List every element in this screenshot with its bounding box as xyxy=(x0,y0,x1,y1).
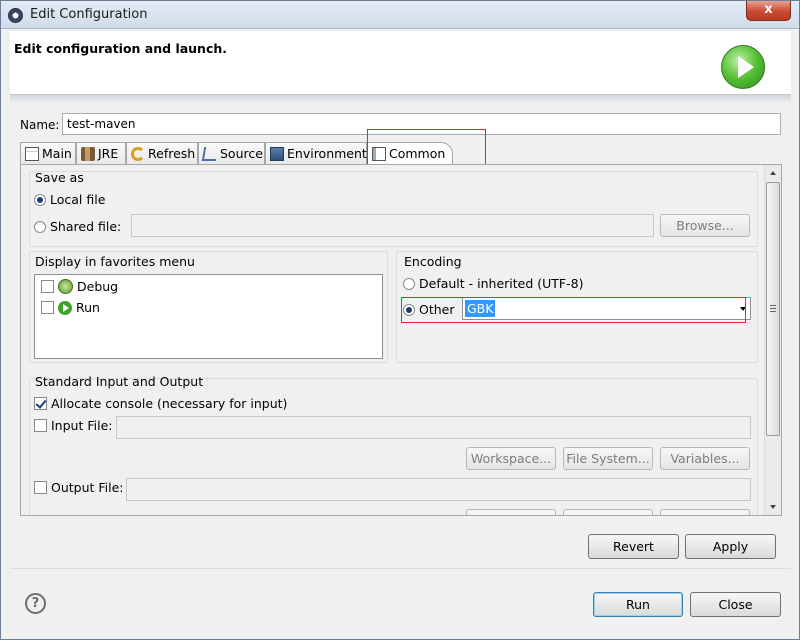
debug-checkbox[interactable] xyxy=(41,280,54,293)
allocate-console-option[interactable]: Allocate console (necessary for input) xyxy=(34,396,287,411)
input-file-option[interactable]: Input File: xyxy=(34,418,112,433)
tab-source[interactable]: Source xyxy=(198,142,265,165)
favorite-item-debug[interactable]: Debug xyxy=(41,279,118,294)
banner-title: Edit configuration and launch. xyxy=(14,41,228,56)
jre-icon xyxy=(81,147,95,161)
window-title: Edit Configuration xyxy=(30,7,148,22)
tab-environment[interactable]: Environment xyxy=(265,142,367,165)
scroll-down-icon[interactable] xyxy=(770,505,776,509)
main-tab-icon xyxy=(25,147,39,161)
allocate-console-label: Allocate console (necessary for input) xyxy=(51,396,288,411)
tab-main[interactable]: Main xyxy=(20,142,76,165)
output-file-option[interactable]: Output File: xyxy=(34,480,124,495)
output-variables-button xyxy=(660,509,750,515)
environment-icon xyxy=(270,147,284,161)
save-as-title: Save as xyxy=(35,170,84,185)
output-file-checkbox[interactable] xyxy=(34,481,47,494)
footer-divider xyxy=(10,568,791,569)
scroll-content: Save as Local file Shared file: Browse..… xyxy=(21,165,765,515)
workspace-button: Workspace... xyxy=(466,447,556,470)
run-icon xyxy=(58,300,72,315)
encoding-default-option[interactable]: Default - inherited (UTF-8) xyxy=(403,276,583,291)
local-file-option[interactable]: Local file xyxy=(34,192,105,207)
output-file-field xyxy=(126,478,751,501)
name-label: Name: xyxy=(20,118,60,132)
shared-file-input xyxy=(131,214,654,237)
favorites-list[interactable]: Debug Run xyxy=(34,274,383,359)
common-tab-panel: Save as Local file Shared file: Browse..… xyxy=(20,164,782,516)
input-file-checkbox[interactable] xyxy=(34,419,47,432)
debug-label: Debug xyxy=(77,279,119,294)
refresh-icon xyxy=(131,147,145,161)
encoding-title: Encoding xyxy=(404,254,462,269)
highlight-box-common-tab xyxy=(367,129,486,168)
help-icon[interactable]: ? xyxy=(25,593,46,614)
variables-button: Variables... xyxy=(660,447,750,470)
scrollbar-thumb[interactable] xyxy=(766,182,780,436)
allocate-console-checkbox[interactable] xyxy=(34,397,47,410)
favorites-title: Display in favorites menu xyxy=(35,254,195,269)
window-close-button[interactable]: x xyxy=(746,1,791,21)
tab-jre[interactable]: JRE xyxy=(76,142,126,165)
encoding-default-radio[interactable] xyxy=(403,277,415,290)
encoding-default-label: Default - inherited (UTF-8) xyxy=(419,276,584,291)
source-icon xyxy=(201,147,219,161)
file-system-button: File System... xyxy=(563,447,653,470)
run-label: Run xyxy=(76,300,100,315)
tab-label: JRE xyxy=(98,146,119,161)
edit-configuration-dialog: Edit Configuration x Edit configuration … xyxy=(0,0,800,640)
run-checkbox[interactable] xyxy=(41,301,54,314)
banner-divider xyxy=(10,95,791,103)
std-io-title: Standard Input and Output xyxy=(35,374,204,389)
local-file-label: Local file xyxy=(50,192,106,207)
tab-label: Refresh xyxy=(148,146,196,161)
header-banner: Edit configuration and launch. xyxy=(10,31,791,95)
run-button[interactable]: Run xyxy=(593,592,683,617)
shared-file-option[interactable]: Shared file: xyxy=(34,219,121,234)
debug-icon xyxy=(58,279,73,294)
shared-file-radio[interactable] xyxy=(34,220,46,233)
revert-button[interactable]: Revert xyxy=(588,534,679,559)
title-bar[interactable]: Edit Configuration x xyxy=(1,1,799,29)
shared-file-label: Shared file: xyxy=(50,219,122,234)
highlight-box-encoding xyxy=(401,297,746,323)
eclipse-icon xyxy=(8,8,23,23)
vertical-scrollbar[interactable] xyxy=(764,165,781,515)
grip-icon xyxy=(770,305,776,312)
tab-label: Main xyxy=(42,146,72,161)
close-button[interactable]: Close xyxy=(690,592,781,617)
output-file-label: Output File: xyxy=(51,480,124,495)
browse-button: Browse... xyxy=(660,214,750,237)
favorite-item-run[interactable]: Run xyxy=(41,300,100,315)
input-file-field xyxy=(116,416,751,439)
output-file-system-button xyxy=(563,509,653,515)
tab-label: Environment xyxy=(287,146,367,161)
input-file-label: Input File: xyxy=(51,418,113,433)
run-launch-icon xyxy=(721,45,765,89)
scroll-up-icon[interactable] xyxy=(770,171,776,175)
tab-refresh[interactable]: Refresh xyxy=(126,142,198,165)
tab-label: Source xyxy=(220,146,263,161)
apply-button[interactable]: Apply xyxy=(685,534,776,559)
local-file-radio[interactable] xyxy=(34,193,46,206)
output-workspace-button xyxy=(466,509,556,515)
